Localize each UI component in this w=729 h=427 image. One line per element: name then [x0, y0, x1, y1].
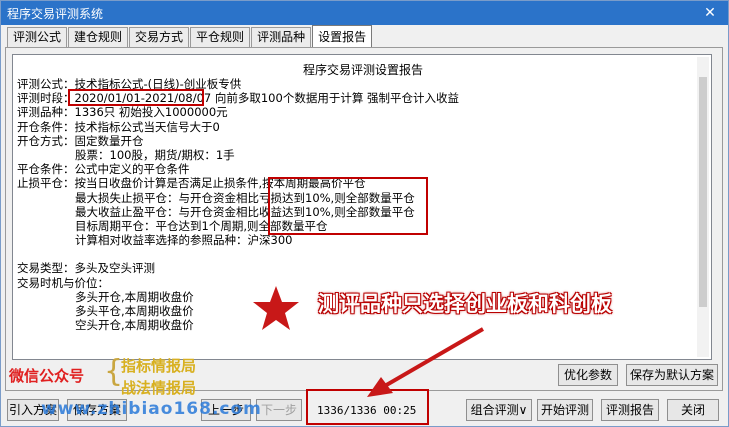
eval-report-button[interactable]: 评测报告 [601, 399, 659, 421]
save-default-button[interactable]: 保存为默认方案 [626, 364, 718, 386]
watermark-line-2: 战法情报局 [121, 379, 197, 397]
tab-entry-rules[interactable]: 建仓规则 [68, 27, 129, 47]
report-scrollbar[interactable] [697, 57, 709, 357]
highlight-box-period [68, 89, 204, 106]
tab-formula[interactable]: 评测公式 [7, 27, 68, 47]
report-line: 评测品种：1336只 初始投入1000000元 [17, 105, 228, 120]
report-line: 开仓条件：技术指标公式当天信号大于0 [17, 119, 220, 134]
annotation-text: 测评品种只选择创业板和科创板 [318, 292, 612, 316]
close-icon[interactable]: ✕ [700, 3, 720, 23]
close-button[interactable]: 关闭 [667, 399, 719, 421]
tab-settings-report[interactable]: 设置报告 [312, 25, 373, 47]
app-window: 程序交易评测系统 ✕ 评测公式 建仓规则 交易方式 平仓规则 评测品种 设置报告… [0, 0, 729, 427]
report-line [17, 247, 697, 261]
arrow-icon [367, 327, 485, 397]
tab-exit-rules[interactable]: 平仓规则 [190, 27, 251, 47]
report-line: 股票：100股，期货/期权：1手 [75, 147, 235, 162]
watermark-wechat: 微信公众号 [9, 367, 85, 385]
report-line: 开仓方式：固定数量开仓 [17, 133, 144, 148]
report-heading: 程序交易评测设置报告 [302, 63, 423, 77]
combo-eval-button[interactable]: 组合评测∨ [466, 399, 532, 421]
start-eval-button[interactable]: 开始评测 [537, 399, 593, 421]
optimize-params-button[interactable]: 优化参数 [558, 364, 618, 386]
tab-instruments[interactable]: 评测品种 [251, 27, 312, 47]
tab-trade-mode[interactable]: 交易方式 [129, 27, 190, 47]
report-line: 交易类型：多头及空头评测 [17, 261, 155, 276]
report-line: 计算相对收益率选择的参照品种：沪深300 [75, 233, 293, 248]
watermark-line-1: 指标情报局 [121, 357, 197, 375]
highlight-box-stoploss [268, 177, 428, 235]
tab-bar: 评测公式 建仓规则 交易方式 平仓规则 评测品种 设置报告 [7, 25, 373, 47]
scrollbar-thumb[interactable] [699, 77, 707, 307]
watermark-site: www.zhibiao168.com [41, 399, 262, 419]
window-title: 程序交易评测系统 [7, 7, 104, 21]
star-icon [253, 286, 299, 330]
title-bar: 程序交易评测系统 ✕ [1, 1, 728, 25]
report-line: 平仓条件：公式中定义的平仓条件 [17, 162, 190, 177]
next-step-button[interactable]: 下一步 [256, 399, 302, 421]
report-line: 空头开仓,本周期收盘价 [75, 318, 194, 333]
